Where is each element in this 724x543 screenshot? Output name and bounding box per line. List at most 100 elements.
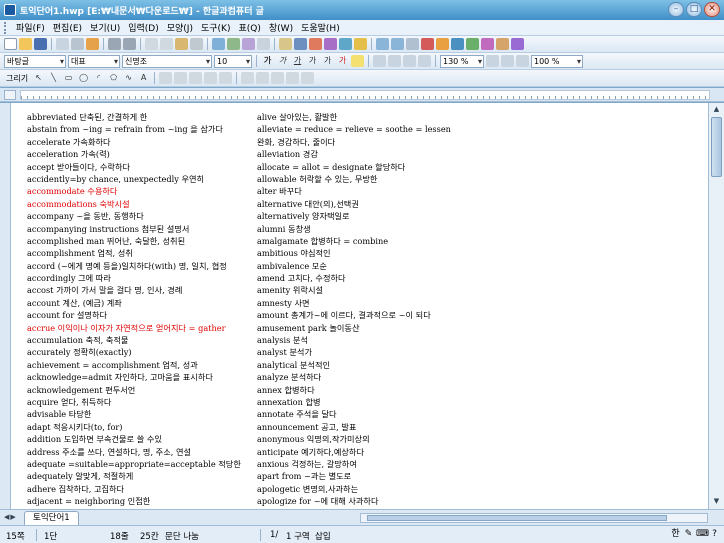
bold-icon[interactable]: 가: [261, 55, 274, 67]
vocab-line[interactable]: accommodate 수용하다: [27, 185, 255, 197]
vocab-line[interactable]: accord (~에게 명예 등을)일치하다(with) 명, 일치, 협정: [27, 260, 255, 272]
vocab-line[interactable]: amnesty 사면: [257, 297, 485, 309]
menu-insert[interactable]: 입력(D): [124, 21, 163, 34]
new-document-icon[interactable]: [4, 38, 17, 50]
vocab-line[interactable]: apologize for ~에 대해 사과하다: [257, 495, 485, 507]
font-size-select[interactable]: 10: [214, 54, 252, 68]
hyperlink-icon[interactable]: [451, 38, 464, 50]
vocab-line[interactable]: analytical 분석적인: [257, 359, 485, 371]
curve-icon[interactable]: ∿: [122, 72, 135, 84]
print-icon[interactable]: [71, 38, 84, 50]
insert-picture-icon[interactable]: [279, 38, 292, 50]
superscript-icon[interactable]: 가: [306, 55, 319, 67]
menu-tools[interactable]: 도구(K): [197, 21, 235, 34]
vocab-line[interactable]: amalgamate 합병하다 = combine: [257, 235, 485, 247]
vocab-line[interactable]: analyst 분석가: [257, 346, 485, 358]
status-insert-mode[interactable]: 삽입: [315, 530, 331, 542]
copy-icon[interactable]: [160, 38, 173, 50]
numbering-icon[interactable]: [501, 55, 514, 67]
vocab-line[interactable]: alternatively 양자택일로: [257, 210, 485, 222]
ime-settings-icon[interactable]: ✎: [683, 528, 694, 540]
line-icon[interactable]: ╲: [47, 72, 60, 84]
redo-icon[interactable]: [123, 38, 136, 50]
cut-icon[interactable]: [145, 38, 158, 50]
zoom-select[interactable]: 100 %: [531, 54, 583, 68]
select-arrow-icon[interactable]: ↖: [32, 72, 45, 84]
vocab-line[interactable]: adhere 집착하다, 고집하다: [27, 483, 255, 495]
language-select[interactable]: 대표: [68, 54, 120, 68]
maximize-button[interactable]: □: [686, 2, 702, 17]
find-icon[interactable]: [212, 38, 225, 50]
vocab-line[interactable]: amend 고치다, 수정하다: [257, 272, 485, 284]
group-icon[interactable]: [241, 72, 255, 84]
ellipse-icon[interactable]: ◯: [77, 72, 90, 84]
draw-menu-label[interactable]: 그리기: [4, 73, 30, 84]
vocab-line[interactable]: alternative 대안(의),선택권: [257, 198, 485, 210]
document-page[interactable]: abbreviated 단축된, 간결하게 한 abstain from ~ing…: [11, 103, 708, 509]
vocab-line[interactable]: alleviate = reduce = relieve = soothe = …: [257, 123, 485, 135]
vocab-line[interactable]: acknowledgement 편두서언: [27, 384, 255, 396]
page-setup-icon[interactable]: [391, 38, 404, 50]
font-color-icon[interactable]: 가: [336, 55, 349, 67]
spellcheck-icon[interactable]: [242, 38, 255, 50]
memo-icon[interactable]: [421, 38, 434, 50]
vocab-line[interactable]: analysis 분석: [257, 334, 485, 346]
align-center-icon[interactable]: [403, 55, 416, 67]
distribute-icon[interactable]: [301, 72, 315, 84]
horizontal-scrollbar[interactable]: [360, 513, 708, 523]
line-spacing-select[interactable]: 130 %: [440, 54, 484, 68]
vocab-line[interactable]: advisable 타당한: [27, 408, 255, 420]
textbox-icon[interactable]: [496, 38, 509, 50]
fill-color-icon[interactable]: [159, 72, 173, 84]
shape-icon[interactable]: [481, 38, 494, 50]
line-color-icon[interactable]: [174, 72, 188, 84]
align-justify-icon[interactable]: [373, 55, 386, 67]
scroll-up-icon[interactable]: ▲: [711, 105, 722, 115]
vocab-line[interactable]: accidently=by chance, unexpectedly 우연히: [27, 173, 255, 185]
textart-icon[interactable]: A: [137, 72, 150, 84]
vocab-line[interactable]: accompany ~을 동반, 동행하다: [27, 210, 255, 222]
line-style-icon[interactable]: [189, 72, 203, 84]
fax-icon[interactable]: [86, 38, 99, 50]
print-preview-icon[interactable]: [56, 38, 69, 50]
menu-format[interactable]: 모양(J): [163, 21, 197, 34]
column-icon[interactable]: [376, 38, 389, 50]
vocab-line[interactable]: abbreviated 단축된, 간결하게 한: [27, 111, 255, 123]
vocab-line[interactable]: accurately 정확히(exactly): [27, 346, 255, 358]
vocab-line[interactable]: alive 살아있는, 활발한: [257, 111, 485, 123]
vocab-line[interactable]: adjacent = neighboring 인접한: [27, 495, 255, 507]
outline-icon[interactable]: [516, 55, 529, 67]
vocab-line[interactable]: accrue 이익이나 이자가 자연적으로 얻어지다 = gather: [27, 322, 255, 334]
font-select[interactable]: 신명조: [122, 54, 212, 68]
vocab-line[interactable]: anonymous 익명의,작가미상의: [257, 433, 485, 445]
vocab-line[interactable]: adequate =suitable=appropriate=acceptabl…: [27, 458, 255, 470]
menu-help[interactable]: 도움말(H): [297, 21, 344, 34]
ime-help-icon[interactable]: ?: [709, 528, 720, 540]
subscript-icon[interactable]: 가: [321, 55, 334, 67]
align-right-icon[interactable]: [418, 55, 431, 67]
vocab-line[interactable]: account 계산, (예금) 계좌: [27, 297, 255, 309]
arc-icon[interactable]: ◜: [92, 72, 105, 84]
menu-edit[interactable]: 편집(E): [49, 21, 86, 34]
vocab-line[interactable]: annotate 주석을 달다: [257, 408, 485, 420]
style-select[interactable]: 바탕글: [4, 54, 66, 68]
vocab-line[interactable]: anticipate 예기하다,예상하다: [257, 446, 485, 458]
equation-icon[interactable]: [324, 38, 337, 50]
close-button[interactable]: ✕: [704, 2, 720, 17]
ruler-corner[interactable]: [4, 90, 16, 100]
vocab-line[interactable]: alumni 동창생: [257, 223, 485, 235]
vocab-line[interactable]: anxious 걱정하는, 갈망하여: [257, 458, 485, 470]
paste-icon[interactable]: [175, 38, 188, 50]
flip-icon[interactable]: [286, 72, 300, 84]
menu-file[interactable]: 파일(F): [12, 21, 49, 34]
horizontal-scrollbar-thumb[interactable]: [367, 515, 667, 521]
vocab-line[interactable]: acquire 얻다, 취득하다: [27, 396, 255, 408]
italic-icon[interactable]: 가: [276, 55, 289, 67]
undo-icon[interactable]: [108, 38, 121, 50]
line-width-icon[interactable]: [204, 72, 218, 84]
rectangle-icon[interactable]: ▭: [62, 72, 75, 84]
vocab-line[interactable]: acceleration 가속(력): [27, 148, 255, 160]
vocab-line[interactable]: annex 합병하다: [257, 384, 485, 396]
vocab-line[interactable]: accomplishment 업적, 성취: [27, 247, 255, 259]
vocab-line[interactable]: abstain from ~ing = refrain from ~ing 을 …: [27, 123, 255, 135]
